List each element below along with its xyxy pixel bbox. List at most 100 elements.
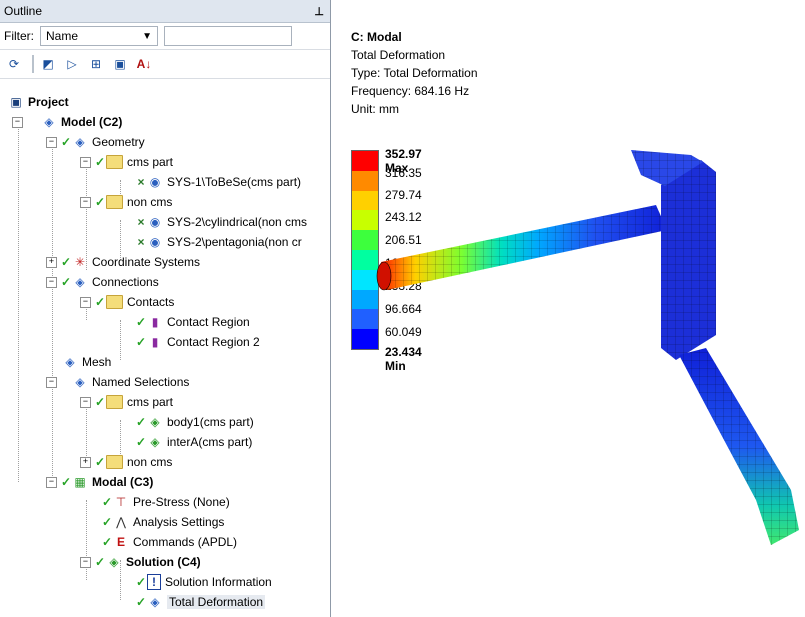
deformation-icon: ◈ (150, 595, 160, 609)
tree-item-label: Contact Region (167, 315, 250, 329)
expand-icon[interactable]: ▷ (62, 54, 82, 74)
result-info: C: Modal Total Deformation Type: Total D… (351, 28, 478, 118)
check-icon: ✓ (60, 475, 72, 489)
check-icon: ✓ (135, 315, 147, 329)
check-icon: ✓ (135, 435, 147, 449)
tree-item-named-selections[interactable]: − ◈ Named Selections (46, 372, 189, 392)
legend-value: 23.434 Min (385, 345, 422, 373)
body-icon: ◉ (149, 175, 161, 189)
legend-color-swatch (352, 250, 378, 270)
tree-item-cms-part[interactable]: − ✓ cms part (80, 152, 173, 172)
collapse-toggle[interactable]: − (46, 276, 57, 288)
contact-region-icon: ▮ (151, 315, 159, 329)
legend-value: 243.12 (385, 210, 422, 224)
pre-stress-icon: ⊤ (115, 495, 127, 509)
tree-item-label: Solution (C4) (126, 555, 201, 569)
legend-value: 316.35 (385, 166, 422, 180)
pin-icon[interactable]: ⊥ (314, 5, 324, 18)
folder-icon (106, 455, 123, 469)
tree-item-coordinate-systems[interactable]: + ✓ ✳ Coordinate Systems (46, 252, 200, 272)
expand-toggle[interactable]: + (80, 456, 91, 468)
project-icon: ▣ (10, 95, 22, 109)
geometry-icon: ◈ (75, 135, 85, 149)
tree-item-label: non cms (127, 455, 173, 469)
check-icon: × (137, 215, 145, 229)
legend-color-bar (351, 150, 379, 350)
check-icon: ✓ (94, 295, 106, 309)
legend-value: 133.28 (385, 279, 422, 293)
filter-input[interactable] (164, 26, 292, 46)
folder-icon[interactable]: ▣ (110, 54, 130, 74)
tree-item-label: Commands (APDL) (133, 535, 238, 549)
model-icon: ◈ (44, 115, 54, 129)
collapse-toggle[interactable]: − (80, 156, 91, 168)
result-line-4: Unit: mm (351, 102, 399, 116)
collapse-icon[interactable]: ◩ (38, 54, 58, 74)
modal-icon: ▦ (74, 475, 86, 489)
selection-icon: ◈ (150, 435, 160, 449)
tree-item-label: Connections (92, 275, 159, 289)
collapse-toggle[interactable]: − (80, 396, 91, 408)
analysis-settings-icon: ⋀ (116, 515, 126, 529)
tree-item-modal[interactable]: − ✓ ▦ Modal (C3) (46, 472, 153, 492)
folder-icon (106, 395, 123, 409)
tree-item-connections[interactable]: − ✓ ◈ Connections (46, 272, 159, 292)
collapse-toggle[interactable]: − (80, 196, 91, 208)
graphics-viewport[interactable]: C: Modal Total Deformation Type: Total D… (331, 0, 805, 617)
expand-toggle[interactable]: + (46, 256, 57, 268)
collapse-toggle[interactable]: − (46, 376, 57, 388)
tree-item-sys2-pent[interactable]: × ◉ SYS-2\pentagonia(non cr (136, 232, 301, 252)
plus-box-icon[interactable]: ⊞ (86, 54, 106, 74)
tree-item-model[interactable]: − ◈ Model (C2) (12, 112, 122, 132)
tree-item-contact-region-2[interactable]: ✓ ▮ Contact Region 2 (136, 332, 260, 352)
tree-item-intera[interactable]: ✓ ◈ interA(cms part) (136, 432, 252, 452)
tree-item-label: cms part (127, 395, 174, 409)
tree-item-label: Named Selections (92, 375, 190, 389)
tree-item-label: interA(cms part) (167, 435, 253, 449)
collapse-toggle[interactable]: − (12, 116, 23, 128)
refresh-icon[interactable]: ⟳ (4, 54, 24, 74)
collapse-toggle[interactable]: − (46, 136, 57, 148)
named-selections-icon: ◈ (75, 375, 85, 389)
body-icon: ◉ (149, 235, 161, 249)
tree-item-mesh[interactable]: ◈ Mesh (62, 352, 111, 372)
tree-item-sys2-cyl[interactable]: × ◉ SYS-2\cylindrical(non cms (136, 212, 307, 232)
tree-item-total-deformation[interactable]: ✓ ◈ Total Deformation (136, 592, 266, 612)
check-icon: ✓ (60, 275, 72, 289)
legend-color-swatch (352, 170, 378, 191)
tree-item-commands[interactable]: ✓ E Commands (APDL) (102, 532, 237, 552)
tree-item-label: Contacts (127, 295, 175, 309)
outline-titlebar: Outline ⊥ (0, 0, 330, 23)
tree-item-non-cms[interactable]: − ✓ non cms (80, 192, 172, 212)
tree-item-body1[interactable]: ✓ ◈ body1(cms part) (136, 412, 254, 432)
tree-item-solution-information[interactable]: ✓ ! Solution Information (136, 572, 272, 592)
tree-item-ns-non-cms[interactable]: + ✓ non cms (80, 452, 172, 472)
info-icon: ! (147, 574, 161, 590)
sort-az-icon[interactable]: A↓ (134, 54, 154, 74)
mesh-icon: ◈ (65, 355, 75, 369)
tree-item-analysis-settings[interactable]: ✓ ⋀ Analysis Settings (102, 512, 224, 532)
tree-item-contact-region[interactable]: ✓ ▮ Contact Region (136, 312, 250, 332)
legend-color-swatch (352, 329, 378, 349)
collapse-toggle[interactable]: − (80, 296, 91, 308)
tree-item-sys1[interactable]: × ◉ SYS-1\ToBeSe(cms part) (136, 172, 301, 192)
tree-item-label: SYS-2\cylindrical(non cms (167, 215, 308, 229)
tree-item-ns-cms-part[interactable]: − ✓ cms part (80, 392, 173, 412)
legend-color-swatch (352, 151, 378, 171)
collapse-toggle[interactable]: − (46, 476, 57, 488)
tree-item-project[interactable]: ▣ Project (8, 92, 68, 112)
tree-item-pre-stress[interactable]: ✓ ⊤ Pre-Stress (None) (102, 492, 230, 512)
check-icon: ✓ (101, 495, 113, 509)
connections-icon: ◈ (75, 275, 85, 289)
coordinate-icon: ✳ (74, 255, 86, 269)
check-icon: ✓ (94, 555, 106, 569)
tree-item-label: Mesh (82, 355, 112, 369)
tree-item-solution[interactable]: − ✓ ◈ Solution (C4) (80, 552, 201, 572)
tree-item-geometry[interactable]: − ✓ ◈ Geometry (46, 132, 145, 152)
result-title: C: Modal (351, 30, 402, 44)
folder-icon (106, 195, 123, 209)
tree-item-contacts[interactable]: − ✓ Contacts (80, 292, 174, 312)
collapse-toggle[interactable]: − (80, 556, 91, 568)
result-line-2: Type: Total Deformation (351, 66, 478, 80)
filter-select[interactable]: Name ▼ (40, 26, 158, 46)
